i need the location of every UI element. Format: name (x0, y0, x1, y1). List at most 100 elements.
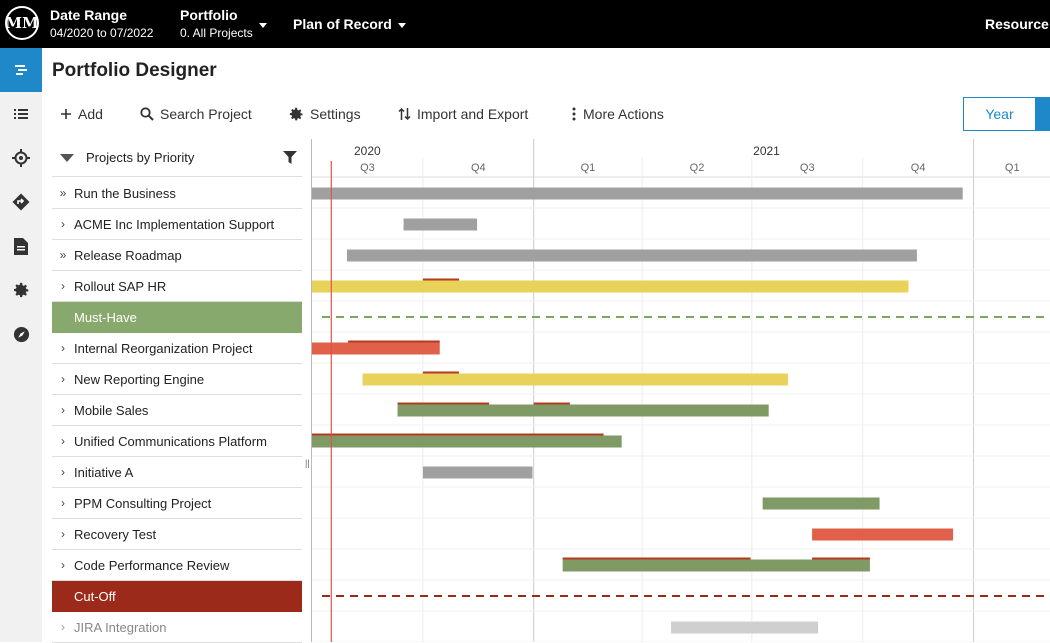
portfolio-title: Portfolio (180, 7, 238, 23)
quarter-label: Q4 (911, 162, 926, 174)
project-row-label: Internal Reorganization Project (74, 340, 253, 356)
gantt-bar (312, 435, 622, 448)
gantt-bar (312, 280, 909, 293)
plan-selector[interactable]: Plan of Record (293, 16, 406, 32)
milestone-marker (348, 340, 440, 343)
add-label: Add (78, 106, 103, 122)
nav-explore[interactable] (0, 312, 42, 356)
more-actions-label: More Actions (583, 106, 664, 122)
date-range-selector[interactable]: Date Range 04/2020 to 07/2022 (50, 7, 153, 41)
expand-chevron-icon[interactable]: › (52, 527, 74, 541)
project-row-label: Rollout SAP HR (74, 278, 167, 294)
project-row-label: Mobile Sales (74, 402, 149, 418)
project-row[interactable]: › Rollout SAP HR (52, 271, 302, 302)
gear-icon (13, 282, 28, 297)
search-project-label: Search Project (160, 106, 252, 122)
project-row[interactable]: › Mobile Sales (52, 395, 302, 426)
project-row[interactable]: » Run the Business (52, 178, 302, 209)
gantt-bar (422, 466, 533, 479)
milestone-marker (397, 402, 490, 405)
project-row[interactable]: › Recovery Test (52, 519, 302, 550)
milestone-marker (422, 371, 460, 374)
project-row[interactable]: › Initiative A (52, 457, 302, 488)
milestone-marker (812, 557, 870, 560)
project-row[interactable]: › ACME Inc Implementation Support (52, 209, 302, 240)
nav-documents[interactable] (0, 224, 42, 268)
project-row[interactable]: › JIRA Integration (52, 612, 302, 643)
more-vertical-icon (572, 107, 576, 121)
nav-list[interactable] (0, 92, 42, 136)
expand-chevron-icon[interactable]: › (52, 465, 74, 479)
expand-chevron-icon[interactable]: › (52, 620, 74, 634)
project-row-label: Run the Business (74, 185, 176, 201)
project-row-label: PPM Consulting Project (74, 495, 212, 511)
import-export-icon (398, 107, 411, 121)
project-row[interactable]: » Release Roadmap (52, 240, 302, 271)
priority-divider-must-have[interactable]: Must-Have (52, 302, 302, 333)
priority-divider-cut-off[interactable]: Cut-Off (52, 581, 302, 612)
portfolio-selector[interactable]: Portfolio 0. All Projects (180, 7, 267, 41)
project-row-label: JIRA Integration (74, 619, 167, 635)
project-row[interactable]: › New Reporting Engine (52, 364, 302, 395)
left-nav (0, 48, 42, 642)
settings-button[interactable]: Settings (289, 100, 361, 128)
project-row[interactable]: › Code Performance Review (52, 550, 302, 581)
resource-menu[interactable]: Resource (985, 16, 1049, 32)
milestone-marker (562, 557, 751, 560)
nav-roadmap[interactable] (0, 180, 42, 224)
gantt-bar (762, 497, 880, 510)
import-export-button[interactable]: Import and Export (398, 100, 528, 128)
expand-chevron-icon[interactable]: › (52, 496, 74, 510)
target-icon (12, 149, 30, 167)
project-row[interactable]: › Unified Communications Platform (52, 426, 302, 457)
filter-icon[interactable] (283, 151, 297, 164)
project-row-label: Must-Have (74, 310, 137, 325)
plan-label: Plan of Record (293, 16, 392, 32)
project-row-label: Initiative A (74, 464, 134, 480)
project-row[interactable]: › Internal Reorganization Project (52, 333, 302, 364)
project-row[interactable]: › PPM Consulting Project (52, 488, 302, 519)
settings-label: Settings (310, 106, 361, 122)
expand-chevron-icon[interactable]: › (52, 217, 74, 231)
timescale-next-button[interactable] (1036, 97, 1050, 131)
roadmap-icon (12, 193, 30, 211)
expand-double-chevron-icon[interactable]: » (52, 186, 74, 200)
expand-chevron-icon[interactable]: › (52, 403, 74, 417)
quarter-label: Q1 (1005, 162, 1020, 174)
quarter-label: Q2 (690, 162, 705, 174)
milestone-marker (533, 402, 570, 405)
project-row-label: Recovery Test (74, 526, 157, 542)
search-project-button[interactable]: Search Project (140, 100, 252, 128)
projects-by-priority-header[interactable]: Projects by Priority (52, 139, 302, 177)
list-icon (14, 109, 28, 119)
date-range-value: 04/2020 to 07/2022 (50, 26, 154, 40)
top-bar: MM Date Range 04/2020 to 07/2022 Portfol… (0, 0, 1050, 48)
expand-chevron-icon[interactable]: › (52, 341, 74, 355)
gantt-bar (362, 373, 788, 386)
search-icon (140, 107, 154, 121)
nav-target[interactable] (0, 136, 42, 180)
year-view-button[interactable]: Year (963, 97, 1036, 131)
document-icon (14, 237, 28, 255)
year-label: 2021 (753, 144, 780, 158)
plus-icon (61, 109, 71, 119)
expand-chevron-icon[interactable]: › (52, 558, 74, 572)
collapse-triangle-icon[interactable] (60, 153, 74, 162)
project-row-label: ACME Inc Implementation Support (74, 216, 275, 232)
pane-splitter-handle[interactable]: || (305, 458, 310, 468)
list-header-label: Projects by Priority (86, 150, 195, 165)
gantt-bar (403, 218, 478, 231)
nav-settings[interactable] (0, 268, 42, 312)
quarter-label: Q3 (800, 162, 815, 174)
add-button[interactable]: Add (60, 100, 103, 128)
compass-icon (13, 326, 29, 342)
nav-gantt[interactable] (0, 48, 42, 92)
expand-double-chevron-icon[interactable]: » (52, 248, 74, 262)
expand-chevron-icon[interactable]: › (52, 434, 74, 448)
expand-chevron-icon[interactable]: › (52, 279, 74, 293)
quarter-label: Q3 (360, 162, 375, 174)
expand-chevron-icon[interactable]: › (52, 372, 74, 386)
app-logo[interactable]: MM (5, 6, 39, 40)
milestone-marker (312, 433, 604, 436)
more-actions-button[interactable]: More Actions (571, 100, 664, 128)
